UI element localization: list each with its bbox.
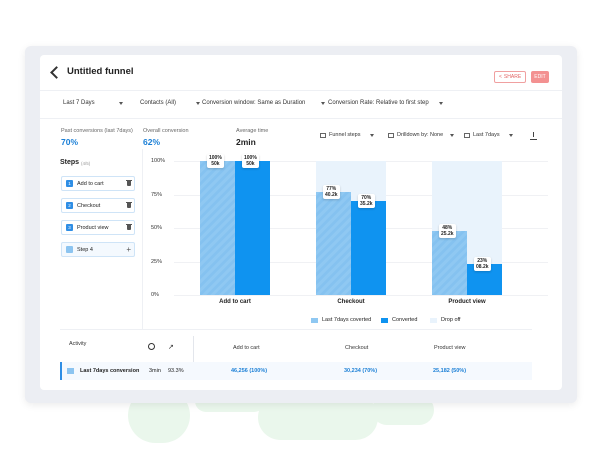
- row-accent: [60, 362, 62, 380]
- legend-swatch: [381, 317, 388, 323]
- last7days-bar[interactable]: [432, 230, 467, 295]
- data-label: 70% 35.2k: [358, 194, 375, 209]
- row-value: 25,182 (50%): [433, 368, 467, 374]
- edit-button[interactable]: EDIT: [531, 71, 549, 83]
- trash-icon[interactable]: [126, 223, 132, 230]
- chevron-down-icon: [508, 133, 513, 137]
- contacts-dropdown[interactable]: Contacts (All): [140, 100, 201, 106]
- legend-swatch: [311, 317, 318, 323]
- data-label: 100% 50k: [242, 154, 259, 168]
- step-item[interactable]: 2 Checkout: [61, 198, 135, 213]
- step-label: Checkout: [77, 202, 101, 209]
- funnel-chart: 100% 75% 50% 25% 0% 100% 50k 100% 50k Add to cart…: [143, 149, 562, 329]
- chevron-down-icon: [321, 101, 326, 105]
- steps-panel: Steps (4/5) 1 Add to cart 2 Checkout 3 P…: [40, 149, 143, 329]
- chevron-down-icon: [438, 101, 443, 105]
- category-label: Add to cart: [219, 299, 251, 305]
- legend-label: Drop off: [441, 317, 461, 323]
- chevron-down-icon: [196, 101, 201, 105]
- trash-icon[interactable]: [126, 179, 132, 186]
- legend-item: Converted: [381, 317, 417, 323]
- steps-title: Steps: [60, 159, 80, 166]
- step-swatch: [66, 246, 73, 253]
- row-rate: 93.3%: [168, 368, 184, 374]
- step-label: Step 4: [77, 246, 93, 253]
- gridline: [174, 295, 548, 296]
- activity-header: Activity: [69, 341, 87, 347]
- category-label: Checkout: [337, 299, 365, 305]
- converted-bar[interactable]: [351, 201, 386, 295]
- range-dropdown[interactable]: Last 7days: [464, 132, 513, 138]
- last7days-bar[interactable]: [200, 161, 235, 295]
- stat-label: Past conversions (last 7days): [61, 128, 133, 134]
- step-label: Product view: [77, 224, 109, 231]
- row-value: 46,256 (100%): [231, 368, 268, 374]
- top-bar: Untitled funnel < SHARE EDIT: [40, 55, 562, 91]
- drilldown-icon: [388, 132, 394, 138]
- column-header: Checkout: [345, 345, 369, 351]
- table-row[interactable]: Last 7days conversion 3min 93.3% 46,256 …: [60, 362, 532, 380]
- legend-label: Converted: [392, 317, 418, 323]
- y-tick-label: 100%: [151, 158, 166, 164]
- data-label: 77% 40.2k: [323, 184, 340, 199]
- share-button[interactable]: < SHARE: [494, 71, 527, 83]
- row-value: 30,234 (70%): [344, 368, 378, 374]
- legend-label: Last 7days coverted: [322, 317, 372, 323]
- plus-icon[interactable]: +: [126, 245, 131, 254]
- funnel-steps-dropdown[interactable]: Funnel steps: [320, 132, 374, 138]
- trend-icon[interactable]: ↗: [168, 343, 174, 351]
- steps-count: (4/5): [81, 161, 91, 166]
- clock-icon[interactable]: [148, 343, 155, 350]
- column-header: Product view: [434, 345, 466, 351]
- converted-bar[interactable]: [235, 161, 270, 295]
- calendar-icon: [464, 132, 470, 138]
- step-number: 1: [66, 180, 73, 187]
- trash-icon[interactable]: [126, 201, 132, 208]
- data-label: 23% 08.2k: [474, 257, 491, 272]
- chevron-down-icon: [450, 133, 455, 137]
- share-icon: <: [499, 74, 502, 80]
- drilldown-dropdown[interactable]: Drilldown by: None: [388, 132, 455, 138]
- back-arrow-icon[interactable]: [50, 66, 63, 79]
- step-number: 3: [66, 224, 73, 231]
- y-tick-label: 25%: [151, 258, 163, 265]
- legend-item: Last 7days coverted: [311, 317, 371, 323]
- conversion-window-dropdown[interactable]: Conversion window: Same as Duration: [202, 100, 326, 106]
- activity-table: Activity ↗ Add to cart Checkout Product …: [60, 329, 532, 390]
- step-item[interactable]: 3 Product view: [61, 220, 135, 235]
- page-title: Untitled funnel: [67, 66, 134, 77]
- stat-value: 62%: [143, 137, 161, 147]
- date-range-dropdown[interactable]: Last 7 Days: [63, 100, 123, 106]
- y-tick-label: 75%: [151, 191, 163, 198]
- step-label: Add to cart: [77, 180, 104, 187]
- y-tick-label: 50%: [151, 225, 163, 231]
- funnel-window: Untitled funnel < SHARE EDIT Last 7 Days …: [40, 55, 562, 390]
- legend-item: Drop off: [430, 317, 460, 323]
- stat-value: 2min: [236, 137, 256, 147]
- chevron-down-icon: [369, 133, 374, 137]
- chevron-down-icon: [118, 101, 123, 105]
- row-label: Last 7days conversion: [80, 368, 140, 374]
- conversion-rate-dropdown[interactable]: Conversion Rate: Relative to first step: [328, 100, 443, 106]
- row-swatch: [67, 368, 74, 374]
- legend-swatch: [430, 317, 437, 323]
- stat-label: Overall conversion: [143, 128, 189, 134]
- add-step-item[interactable]: Step 4 +: [61, 242, 135, 257]
- data-label: 100% 50k: [207, 154, 224, 168]
- step-item[interactable]: 1 Add to cart: [61, 176, 135, 191]
- category-label: Product view: [448, 299, 486, 305]
- last7days-bar[interactable]: [316, 191, 351, 295]
- filter-bar: Last 7 Days Contacts (All) Conversion wi…: [40, 91, 562, 119]
- funnel-icon: [320, 132, 326, 138]
- y-tick-label: 0%: [151, 292, 159, 298]
- stat-value: 70%: [61, 137, 79, 147]
- stat-label: Average time: [236, 128, 269, 134]
- download-icon[interactable]: [530, 132, 537, 140]
- row-time: 3min: [149, 368, 161, 374]
- step-number: 2: [66, 202, 73, 209]
- column-header: Add to cart: [233, 345, 260, 351]
- data-label: 48% 25.2k: [439, 223, 456, 238]
